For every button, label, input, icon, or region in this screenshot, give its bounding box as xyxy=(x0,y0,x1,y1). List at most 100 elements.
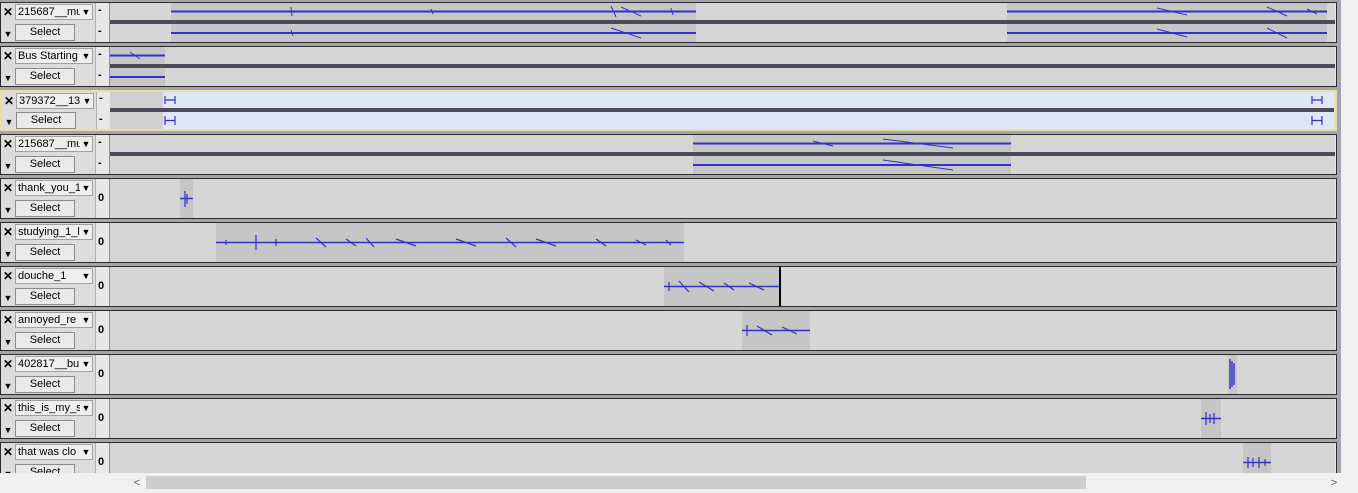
select-button[interactable]: Select xyxy=(15,68,75,85)
track-canvas[interactable] xyxy=(110,223,1335,262)
track-canvas[interactable] xyxy=(110,179,1335,218)
track-menu-arrow-icon[interactable]: ▼ xyxy=(2,337,14,347)
select-button[interactable]: Select xyxy=(15,288,75,305)
audio-clip[interactable] xyxy=(664,267,779,306)
track-canvas[interactable] xyxy=(110,92,1334,129)
track-canvas[interactable] xyxy=(110,3,1335,42)
close-icon[interactable]: ✕ xyxy=(2,446,14,459)
track-name: 215687__mu xyxy=(18,6,80,18)
track-3[interactable]: ✕ 379372__13 ▼ ▼ Select - - xyxy=(0,90,1337,131)
audio-clip[interactable] xyxy=(171,24,696,42)
track-name-dropdown[interactable]: 215687__mu ▼ xyxy=(15,136,93,152)
close-icon[interactable]: ✕ xyxy=(2,358,14,371)
track-6[interactable]: ✕ studying_1_l ▼ ▼ Select 0 xyxy=(0,222,1337,263)
amplitude-ruler: 0 xyxy=(96,443,110,473)
track-canvas[interactable] xyxy=(110,267,1335,306)
select-button[interactable]: Select xyxy=(15,156,75,173)
track-menu-arrow-icon[interactable]: ▼ xyxy=(2,249,14,259)
track-canvas[interactable] xyxy=(110,399,1335,438)
audio-clip[interactable] xyxy=(1007,3,1327,20)
track-menu-arrow-icon[interactable]: ▼ xyxy=(2,205,14,215)
close-icon[interactable]: ✕ xyxy=(2,314,14,327)
ruler-label: 0 xyxy=(98,456,105,468)
select-button[interactable]: Select xyxy=(15,420,75,437)
track-canvas[interactable] xyxy=(110,355,1335,394)
track-1[interactable]: ✕ 215687__mu ▼ ▼ Select - - xyxy=(0,2,1337,43)
select-button[interactable]: Select xyxy=(15,332,75,349)
track-name-dropdown[interactable]: thank_you_1 ▼ xyxy=(15,180,93,196)
track-menu-arrow-icon[interactable]: ▼ xyxy=(2,425,14,435)
select-button[interactable]: Select xyxy=(15,376,75,393)
track-11[interactable]: ✕ that was clo ▼ ▼ Select 0 xyxy=(0,442,1337,473)
close-icon[interactable]: ✕ xyxy=(2,50,14,63)
audio-clip[interactable] xyxy=(110,47,165,64)
track-name-dropdown[interactable]: Bus Starting ▼ xyxy=(15,48,93,64)
track-10[interactable]: ✕ this_is_my_s ▼ ▼ Select 0 xyxy=(0,398,1337,439)
close-icon[interactable]: ✕ xyxy=(2,6,14,19)
track-2[interactable]: ✕ Bus Starting ▼ ▼ Select - - xyxy=(0,46,1337,87)
audio-clip[interactable] xyxy=(216,223,684,262)
audio-clip[interactable] xyxy=(163,112,1334,129)
track-9[interactable]: ✕ 402817__bu ▼ ▼ Select 0 xyxy=(0,354,1337,395)
track-canvas[interactable] xyxy=(110,47,1335,86)
track-menu-arrow-icon[interactable]: ▼ xyxy=(2,293,14,303)
track-name-dropdown[interactable]: studying_1_l ▼ xyxy=(15,224,93,240)
audio-clip[interactable] xyxy=(1007,24,1327,42)
track-canvas[interactable] xyxy=(110,135,1335,174)
close-icon[interactable]: ✕ xyxy=(2,138,14,151)
audio-clip[interactable] xyxy=(171,3,696,20)
select-button[interactable]: Select xyxy=(15,24,75,41)
track-name-dropdown[interactable]: that was clo ▼ xyxy=(15,444,93,460)
track-name-dropdown[interactable]: 402817__bu ▼ xyxy=(15,356,93,372)
track-7[interactable]: ✕ douche_1 ▼ ▼ Select 0 xyxy=(0,266,1337,307)
track-name-dropdown[interactable]: 379372__13 ▼ xyxy=(16,93,94,109)
horizontal-scrollbar[interactable]: < > xyxy=(0,473,1358,493)
track-name-dropdown[interactable]: annoyed_re ▼ xyxy=(15,312,93,328)
track-5[interactable]: ✕ thank_you_1 ▼ ▼ Select 0 xyxy=(0,178,1337,219)
track-menu-arrow-icon[interactable]: ▼ xyxy=(3,117,15,127)
scroll-right-icon[interactable]: > xyxy=(1327,475,1341,491)
audio-clip[interactable] xyxy=(110,68,165,86)
audio-clip[interactable] xyxy=(180,179,193,218)
audio-clip[interactable] xyxy=(742,311,810,350)
silent-region xyxy=(110,92,163,108)
track-4[interactable]: ✕ 215687__mu ▼ ▼ Select - - xyxy=(0,134,1337,175)
select-button[interactable]: Select xyxy=(15,244,75,261)
dropdown-arrow-icon: ▼ xyxy=(81,403,91,413)
audio-clip[interactable] xyxy=(1243,443,1271,473)
close-icon[interactable]: ✕ xyxy=(2,226,14,239)
track-name-dropdown[interactable]: douche_1 ▼ xyxy=(15,268,93,284)
track-name-dropdown[interactable]: 215687__mu ▼ xyxy=(15,4,93,20)
dropdown-arrow-icon: ▼ xyxy=(82,96,92,106)
select-button[interactable]: Select xyxy=(16,112,76,129)
horizontal-scroll-thumb[interactable] xyxy=(146,476,1086,489)
track-canvas[interactable] xyxy=(110,443,1335,473)
select-button[interactable]: Select xyxy=(15,464,75,473)
audio-clip[interactable] xyxy=(163,92,1334,108)
track-menu-arrow-icon[interactable]: ▼ xyxy=(2,161,14,171)
audio-clip[interactable] xyxy=(693,156,1011,174)
select-button[interactable]: Select xyxy=(15,200,75,217)
close-icon[interactable]: ✕ xyxy=(2,182,14,195)
ruler-label: 0 xyxy=(98,192,105,204)
audio-clip[interactable] xyxy=(1228,355,1237,394)
track-menu-arrow-icon[interactable]: ▼ xyxy=(2,73,14,83)
vertical-scrollbar[interactable] xyxy=(1341,0,1358,473)
track-control-panel: ✕ annoyed_re ▼ ▼ Select xyxy=(1,311,96,350)
track-menu-arrow-icon[interactable]: ▼ xyxy=(2,29,14,39)
track-name-dropdown[interactable]: this_is_my_s ▼ xyxy=(15,400,93,416)
close-icon[interactable]: ✕ xyxy=(2,402,14,415)
track-control-panel: ✕ 402817__bu ▼ ▼ Select xyxy=(1,355,96,394)
clip-boundary[interactable] xyxy=(779,267,781,306)
dropdown-arrow-icon: ▼ xyxy=(81,315,91,325)
channel-left xyxy=(110,92,1334,108)
track-canvas[interactable] xyxy=(110,311,1335,350)
track-menu-arrow-icon[interactable]: ▼ xyxy=(2,381,14,391)
scroll-left-icon[interactable]: < xyxy=(130,475,144,491)
amplitude-ruler: - - xyxy=(96,47,110,86)
track-8[interactable]: ✕ annoyed_re ▼ ▼ Select 0 xyxy=(0,310,1337,351)
close-icon[interactable]: ✕ xyxy=(3,95,15,108)
audio-clip[interactable] xyxy=(693,135,1011,152)
audio-clip[interactable] xyxy=(1201,399,1221,438)
close-icon[interactable]: ✕ xyxy=(2,270,14,283)
